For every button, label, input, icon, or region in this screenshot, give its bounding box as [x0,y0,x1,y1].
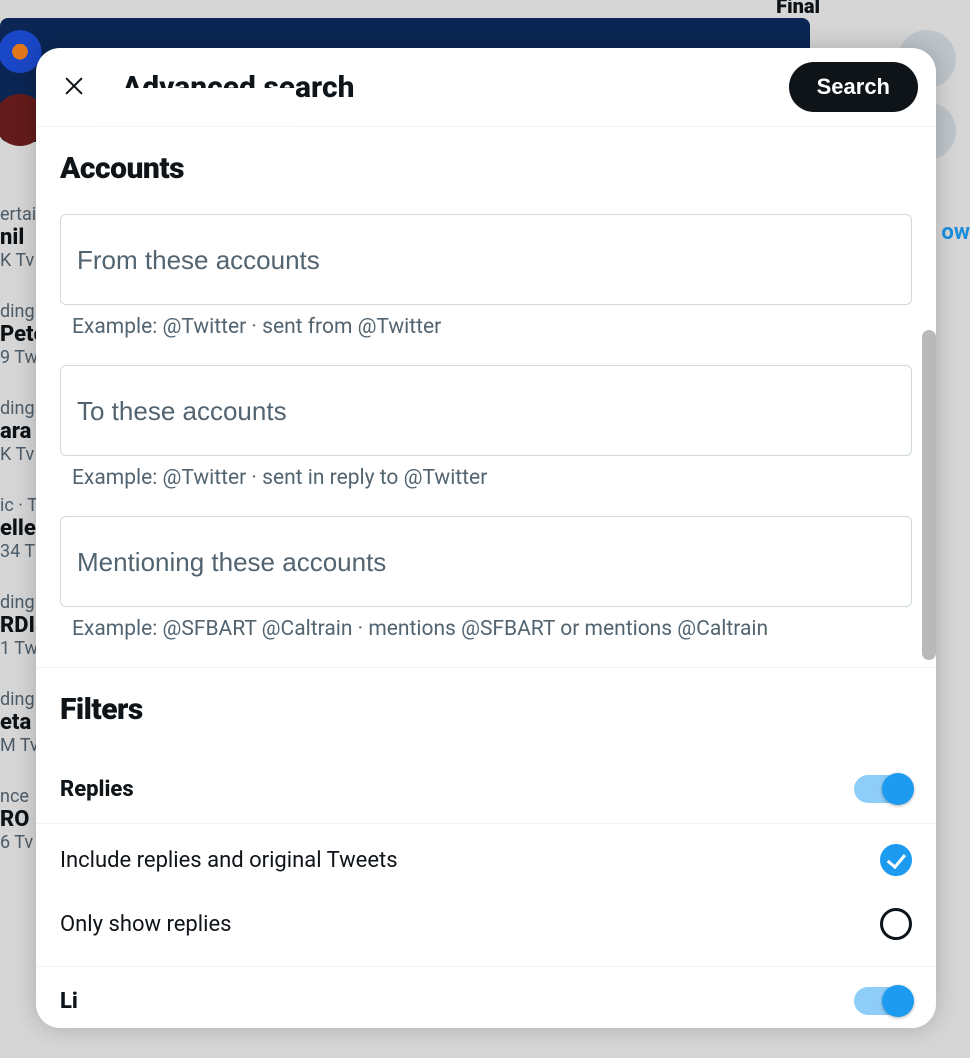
field-help: Example: @SFBART @Caltrain · mentions @S… [60,607,912,641]
links-toggle[interactable] [854,987,912,1015]
modal-header: Advanced search Search [36,48,936,126]
filter-links-row-peek: Li [36,971,936,1015]
scrollbar-thumb[interactable] [922,330,936,660]
modal-body[interactable]: Accounts Example: @Twitter · sent from @… [36,126,936,1028]
radio-only-replies[interactable] [880,908,912,940]
filter-option-include-replies[interactable]: Include replies and original Tweets [36,828,936,892]
search-button[interactable]: Search [789,62,918,112]
section-heading-accounts: Accounts [60,151,912,186]
mentioning-accounts-input[interactable] [60,516,912,607]
to-accounts-input[interactable] [60,365,912,456]
section-filters: Filters [36,668,936,759]
toggle-knob-icon [882,773,914,805]
field-help: Example: @Twitter · sent in reply to @Tw… [60,456,912,490]
filter-replies-row: Replies [36,759,936,819]
close-icon [63,75,85,100]
field-mentioning-accounts: Example: @SFBART @Caltrain · mentions @S… [60,516,912,641]
divider [36,966,936,967]
section-accounts: Accounts Example: @Twitter · sent from @… [36,127,936,667]
field-help: Example: @Twitter · sent from @Twitter [60,305,912,339]
toggle-knob-icon [882,985,914,1017]
replies-toggle[interactable] [854,775,912,803]
field-from-accounts: Example: @Twitter · sent from @Twitter [60,214,912,339]
filter-option-only-replies[interactable]: Only show replies [36,892,936,956]
divider [36,823,936,824]
from-accounts-input[interactable] [60,214,912,305]
scrollbar-track[interactable] [920,330,938,670]
filter-replies-label: Replies [60,777,134,802]
option-label: Only show replies [60,912,232,937]
close-button[interactable] [54,67,94,107]
filter-links-label: Li [60,989,78,1014]
advanced-search-modal: Advanced search Search Accounts Example:… [36,48,936,1028]
section-heading-filters: Filters [60,692,912,727]
option-label: Include replies and original Tweets [60,848,398,873]
radio-include-replies[interactable] [880,844,912,876]
header-fade [96,88,296,130]
field-to-accounts: Example: @Twitter · sent in reply to @Tw… [60,365,912,490]
